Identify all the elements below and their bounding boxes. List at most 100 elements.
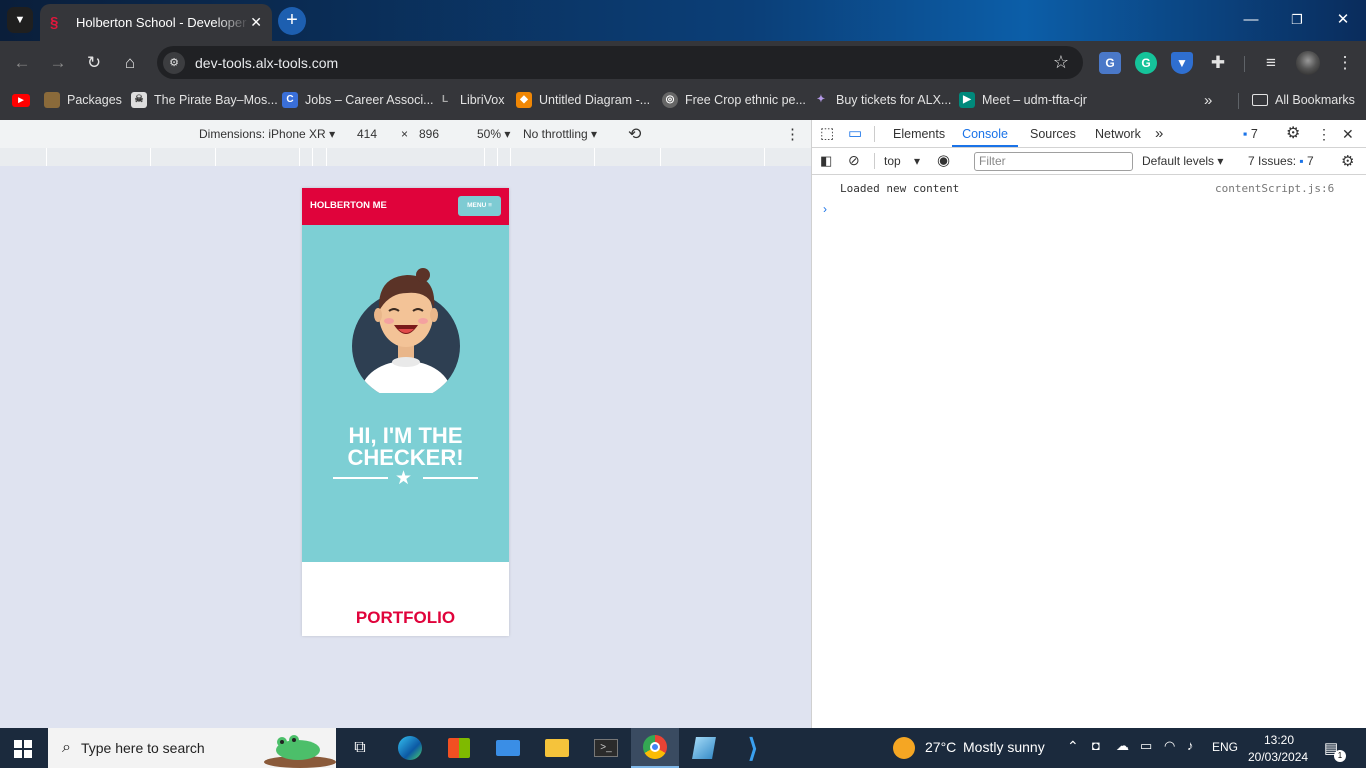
ruler-segment[interactable] — [661, 148, 765, 166]
bookmark-tickets[interactable]: ✦ Buy tickets for ALX... — [813, 85, 952, 115]
onedrive-icon[interactable]: ☁ — [1116, 738, 1129, 754]
taskbar-search-box[interactable]: ⌕ Type here to search — [48, 728, 336, 768]
ruler-segment[interactable] — [47, 148, 151, 166]
ruler-segment[interactable] — [498, 148, 511, 166]
console-filter-input[interactable]: Filter — [974, 152, 1133, 171]
issues-counter[interactable]: 7 Issues: ▪ 7 — [1248, 154, 1314, 168]
vscode-icon[interactable]: ⟩ — [729, 728, 777, 768]
ruler-segment[interactable] — [313, 148, 327, 166]
sidebar-toggle-icon[interactable]: ◧ — [820, 153, 832, 169]
clock-time[interactable]: 13:20 — [1264, 733, 1294, 747]
clock-date[interactable]: 20/03/2024 — [1248, 750, 1308, 764]
console-prompt-chevron-icon[interactable]: › — [823, 202, 827, 216]
browser-tab[interactable]: § Holberton School - Developer tools ✕ — [40, 4, 272, 41]
extensions-puzzle-icon[interactable]: ✚ — [1206, 51, 1230, 75]
width-input[interactable]: 414 — [357, 127, 377, 141]
bookmark-librivox[interactable]: L LibriVox — [437, 85, 505, 115]
google-translate-icon[interactable]: G — [1099, 52, 1121, 74]
close-window-button[interactable]: ✕ — [1331, 8, 1355, 32]
ruler-segment[interactable] — [0, 148, 47, 166]
meet-now-icon[interactable]: ◘ — [1092, 738, 1100, 753]
page-brand[interactable]: HOLBERTON ME — [310, 200, 387, 211]
notepad-icon[interactable] — [680, 728, 728, 768]
vpn-shield-icon[interactable]: ▼ — [1171, 52, 1193, 74]
ruler-segment[interactable] — [485, 148, 498, 166]
clear-console-icon[interactable]: ⊘ — [848, 152, 860, 169]
live-expression-eye-icon[interactable]: ◉ — [937, 151, 950, 169]
windows-start-icon[interactable] — [14, 740, 32, 758]
chrome-menu-icon[interactable]: ⋮ — [1333, 51, 1357, 75]
throttling-select[interactable]: No throttling ▾ — [523, 127, 597, 141]
bookmark-meet[interactable]: ▶ Meet – udm-tfta-cjr — [959, 85, 1087, 115]
reload-icon[interactable]: ↻ — [82, 51, 106, 75]
show-hidden-icons-chevron-icon[interactable]: ⌃ — [1067, 738, 1079, 755]
device-more-icon[interactable]: ⋮ — [785, 125, 800, 143]
wifi-icon[interactable]: ◠ — [1164, 738, 1175, 754]
ruler-segment[interactable] — [300, 148, 313, 166]
context-select[interactable]: top ▾ — [884, 154, 920, 168]
ruler-segment[interactable] — [595, 148, 661, 166]
console-settings-icon[interactable]: ⚙ — [1341, 152, 1354, 170]
close-tab-icon[interactable]: ✕ — [250, 14, 262, 31]
tab-network[interactable]: Network — [1095, 120, 1141, 148]
home-icon[interactable]: ⌂ — [118, 51, 142, 75]
media-controls-icon[interactable]: ≡ — [1259, 51, 1283, 75]
chrome-icon[interactable] — [631, 728, 679, 768]
device-toggle-icon[interactable]: ▭ — [848, 120, 862, 148]
ruler-segment[interactable] — [216, 148, 300, 166]
settings-gear-icon[interactable]: ⚙ — [1286, 120, 1300, 148]
ruler-segment[interactable] — [151, 148, 216, 166]
terminal-icon[interactable]: >_ — [582, 728, 630, 768]
device-dimensions-select[interactable]: Dimensions: iPhone XR ▾ — [199, 127, 335, 141]
weather-temp[interactable]: 27°C — [925, 739, 956, 755]
file-explorer-icon[interactable] — [533, 728, 581, 768]
site-info-icon[interactable]: ⚙ — [163, 51, 185, 74]
input-language[interactable]: ENG — [1212, 740, 1238, 754]
ruler-segment[interactable] — [327, 148, 485, 166]
height-input[interactable]: 896 — [419, 127, 439, 141]
url-text[interactable]: dev-tools.alx-tools.com — [195, 55, 338, 71]
new-tab-button[interactable]: + — [278, 7, 306, 35]
edge-browser-icon[interactable] — [386, 728, 434, 768]
volume-icon[interactable]: ♪ — [1187, 738, 1194, 753]
weather-description[interactable]: Mostly sunny — [963, 739, 1045, 755]
bookmark-free-crop[interactable]: ◎ Free Crop ethnic pe... — [662, 85, 806, 115]
task-view-icon[interactable]: ⧉ — [336, 728, 384, 768]
bookmark-pirate-bay[interactable]: ☠ The Pirate Bay–Mos... — [131, 85, 278, 115]
bookmark-packages[interactable]: Packages — [44, 85, 122, 115]
bookmark-youtube[interactable]: ▶ — [12, 85, 37, 115]
tab-search-button[interactable]: ▼ — [7, 7, 33, 33]
bookmarks-overflow-icon[interactable]: » — [1204, 85, 1212, 115]
bookmark-jobs[interactable]: C Jobs – Career Associ... — [282, 85, 434, 115]
tab-console[interactable]: Console — [952, 120, 1018, 147]
all-bookmarks[interactable]: All Bookmarks — [1252, 85, 1355, 115]
log-levels-select[interactable]: Default levels ▾ — [1142, 154, 1223, 168]
ruler-segment[interactable] — [511, 148, 595, 166]
devtools-menu-icon[interactable]: ⋮ — [1317, 120, 1331, 148]
grammarly-icon[interactable]: G — [1135, 52, 1157, 74]
more-tabs-icon[interactable]: » — [1155, 120, 1163, 148]
console-log-source-link[interactable]: contentScript.js:6 — [1215, 182, 1334, 195]
bookmark-star-icon[interactable]: ☆ — [1053, 52, 1069, 73]
back-icon[interactable]: ← — [10, 51, 34, 75]
minimize-button[interactable]: — — [1239, 8, 1263, 32]
mail-icon[interactable] — [484, 728, 532, 768]
tab-elements[interactable]: Elements — [893, 120, 945, 148]
inspect-element-icon[interactable]: ⬚ — [820, 120, 834, 148]
zoom-select[interactable]: 50% ▾ — [477, 127, 510, 141]
address-bar[interactable]: ⚙ dev-tools.alx-tools.com ☆ — [157, 46, 1083, 79]
restore-button[interactable]: ❐ — [1285, 8, 1309, 32]
microsoft-store-icon[interactable] — [435, 728, 483, 768]
close-devtools-icon[interactable]: ✕ — [1342, 120, 1354, 148]
browser-title-bar: ▼ § Holberton School - Developer tools ✕… — [0, 0, 1366, 41]
media-query-ruler[interactable] — [0, 148, 811, 166]
battery-icon[interactable]: ▭ — [1140, 738, 1152, 754]
profile-avatar[interactable] — [1296, 51, 1320, 75]
bookmark-diagram[interactable]: ◆ Untitled Diagram -... — [516, 85, 650, 115]
menu-button[interactable]: MENU ≡ — [458, 196, 501, 216]
rotate-icon[interactable]: ⟲ — [628, 124, 641, 144]
forward-icon[interactable]: → — [46, 51, 70, 75]
issues-badge[interactable]: ▪ 7 — [1243, 120, 1258, 148]
tab-sources[interactable]: Sources — [1030, 120, 1076, 148]
weather-sun-icon[interactable] — [893, 737, 915, 759]
